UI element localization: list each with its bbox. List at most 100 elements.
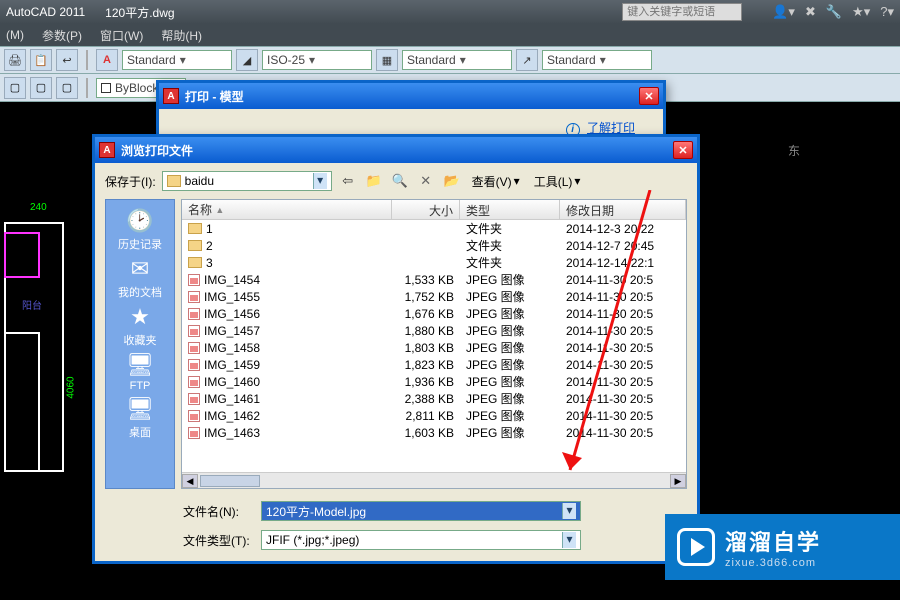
menu-help[interactable]: 帮助(H) — [161, 27, 202, 44]
new-folder-icon[interactable]: 📂 — [442, 172, 462, 190]
file-list-header[interactable]: 名称 ▲ 大小 类型 修改日期 — [182, 200, 686, 220]
dim-style-combo[interactable]: ISO-25▾ — [262, 50, 372, 70]
file-row[interactable]: IMG_14612,388 KBJPEG 图像2014-11-30 20:5 — [182, 390, 686, 407]
image-icon — [188, 393, 200, 405]
col-date[interactable]: 修改日期 — [560, 200, 686, 219]
close-icon[interactable]: ✕ — [639, 87, 659, 105]
horizontal-scrollbar[interactable]: ◀ ▶ — [182, 472, 686, 488]
place-label: 收藏夹 — [124, 332, 157, 348]
menu-m[interactable]: (M) — [6, 28, 24, 42]
chevron-down-icon[interactable]: ▾ — [562, 503, 576, 519]
file-row[interactable]: IMG_14591,823 KBJPEG 图像2014-11-30 20:5 — [182, 356, 686, 373]
scroll-thumb[interactable] — [200, 475, 260, 487]
image-icon — [188, 376, 200, 388]
up-icon[interactable]: 📁 — [364, 172, 384, 190]
save-in-label: 保存于(I): — [105, 173, 156, 190]
image-icon — [188, 308, 200, 320]
file-list-pane: 名称 ▲ 大小 类型 修改日期 1文件夹2014-12-3 20:222文件夹2… — [181, 199, 687, 489]
file-row[interactable]: IMG_14541,533 KBJPEG 图像2014-11-30 20:5 — [182, 271, 686, 288]
place-icon: ★ — [122, 302, 158, 332]
file-row[interactable]: IMG_14622,811 KBJPEG 图像2014-11-30 20:5 — [182, 407, 686, 424]
dimension: 240 — [30, 202, 47, 213]
place-item[interactable]: 🖥FTP — [122, 350, 158, 392]
view-button[interactable]: 查看(V) ▾ — [468, 172, 524, 190]
print-dialog-titlebar[interactable]: A 打印 - 模型 ✕ — [159, 83, 663, 109]
file-row[interactable]: 2文件夹2014-12-7 20:45 — [182, 237, 686, 254]
chevron-down-icon[interactable]: ▾ — [313, 173, 327, 189]
watermark: 溜溜自学 zixue.3d66.com — [665, 514, 900, 580]
filetype-combo[interactable]: JFIF (*.jpg;*.jpeg) ▾ — [261, 530, 581, 550]
compass-label: 东 — [788, 142, 800, 159]
layer-icon[interactable]: ▢ — [56, 77, 78, 99]
watermark-url: zixue.3d66.com — [725, 557, 821, 569]
star-icon[interactable]: ★▾ — [852, 4, 870, 20]
col-name[interactable]: 名称 ▲ — [182, 200, 392, 219]
text-style-icon[interactable]: A — [96, 49, 118, 71]
folder-icon — [188, 240, 202, 251]
place-icon: ✉ — [122, 254, 158, 284]
scroll-left-icon[interactable]: ◀ — [182, 474, 198, 488]
file-list[interactable]: 1文件夹2014-12-3 20:222文件夹2014-12-7 20:453文… — [182, 220, 686, 472]
places-bar: 🕑历史记录✉我的文档★收藏夹🖥FTP🖥桌面 — [105, 199, 175, 489]
file-name: 120平方.dwg — [105, 4, 174, 21]
layer-icon[interactable]: ▢ — [4, 77, 26, 99]
delete-icon[interactable]: ✕ — [416, 172, 436, 190]
signin-icon[interactable]: 👤▾ — [772, 4, 795, 20]
place-item[interactable]: 🕑历史记录 — [118, 206, 162, 252]
app-icon: A — [163, 88, 179, 104]
tools-icon[interactable]: 🔧 — [826, 4, 842, 20]
tool-icon[interactable]: 📋 — [30, 49, 52, 71]
learn-print-link[interactable]: 了解打印 — [587, 121, 635, 135]
layer-icon[interactable]: ▢ — [30, 77, 52, 99]
browse-dialog-titlebar[interactable]: A 浏览打印文件 ✕ — [95, 137, 697, 163]
table-style-icon[interactable]: ▦ — [376, 49, 398, 71]
file-row[interactable]: IMG_14601,936 KBJPEG 图像2014-11-30 20:5 — [182, 373, 686, 390]
image-icon — [188, 342, 200, 354]
file-row[interactable]: 3文件夹2014-12-14 22:1 — [182, 254, 686, 271]
place-item[interactable]: ✉我的文档 — [118, 254, 162, 300]
search-input[interactable] — [622, 3, 742, 21]
search-box[interactable] — [622, 3, 742, 21]
file-row[interactable]: IMG_14631,603 KBJPEG 图像2014-11-30 20:5 — [182, 424, 686, 441]
chevron-down-icon[interactable]: ▾ — [562, 532, 576, 548]
search-icon[interactable]: 🔍 — [390, 172, 410, 190]
folder-combo[interactable]: baidu ▾ — [162, 171, 332, 191]
app-titlebar: AutoCAD 2011 120平方.dwg 👤▾ ✖ 🔧 ★▾ ?▾ — [0, 0, 900, 24]
image-icon — [188, 274, 200, 286]
tool-icon[interactable]: ↩ — [56, 49, 78, 71]
file-row[interactable]: IMG_14551,752 KBJPEG 图像2014-11-30 20:5 — [182, 288, 686, 305]
file-row[interactable]: IMG_14561,676 KBJPEG 图像2014-11-30 20:5 — [182, 305, 686, 322]
filename-field[interactable]: 120平方-Model.jpg ▾ — [261, 501, 581, 521]
col-type[interactable]: 类型 — [460, 200, 560, 219]
scroll-right-icon[interactable]: ▶ — [670, 474, 686, 488]
menu-params[interactable]: 参数(P) — [42, 27, 82, 44]
back-icon[interactable]: ⇦ — [338, 172, 358, 190]
tool-icon[interactable]: 🖨 — [4, 49, 26, 71]
mleader-style-icon[interactable]: ↗ — [516, 49, 538, 71]
file-row[interactable]: IMG_14581,803 KBJPEG 图像2014-11-30 20:5 — [182, 339, 686, 356]
exchange-icon[interactable]: ✖ — [805, 4, 816, 20]
watermark-title: 溜溜自学 — [725, 525, 821, 557]
file-row[interactable]: IMG_14571,880 KBJPEG 图像2014-11-30 20:5 — [182, 322, 686, 339]
table-style-combo[interactable]: Standard▾ — [402, 50, 512, 70]
close-icon[interactable]: ✕ — [673, 141, 693, 159]
menu-bar: (M) 参数(P) 窗口(W) 帮助(H) — [0, 24, 900, 46]
place-icon: 🖥 — [122, 394, 158, 424]
app-name: AutoCAD 2011 — [6, 5, 85, 19]
help-icon[interactable]: ?▾ — [880, 4, 894, 20]
dimension: 4060 — [66, 376, 77, 398]
file-row[interactable]: 1文件夹2014-12-3 20:22 — [182, 220, 686, 237]
folder-icon — [188, 223, 202, 234]
mleader-style-combo[interactable]: Standard▾ — [542, 50, 652, 70]
image-icon — [188, 359, 200, 371]
play-icon — [677, 528, 715, 566]
place-item[interactable]: ★收藏夹 — [122, 302, 158, 348]
text-style-combo[interactable]: Standard▾ — [122, 50, 232, 70]
tools-button[interactable]: 工具(L) ▾ — [530, 172, 585, 190]
dim-style-icon[interactable]: ◢ — [236, 49, 258, 71]
menu-window[interactable]: 窗口(W) — [100, 27, 143, 44]
folder-name: baidu — [185, 174, 214, 188]
col-size[interactable]: 大小 — [392, 200, 460, 219]
place-item[interactable]: 🖥桌面 — [122, 394, 158, 440]
browse-dialog-title: 浏览打印文件 — [121, 142, 193, 159]
